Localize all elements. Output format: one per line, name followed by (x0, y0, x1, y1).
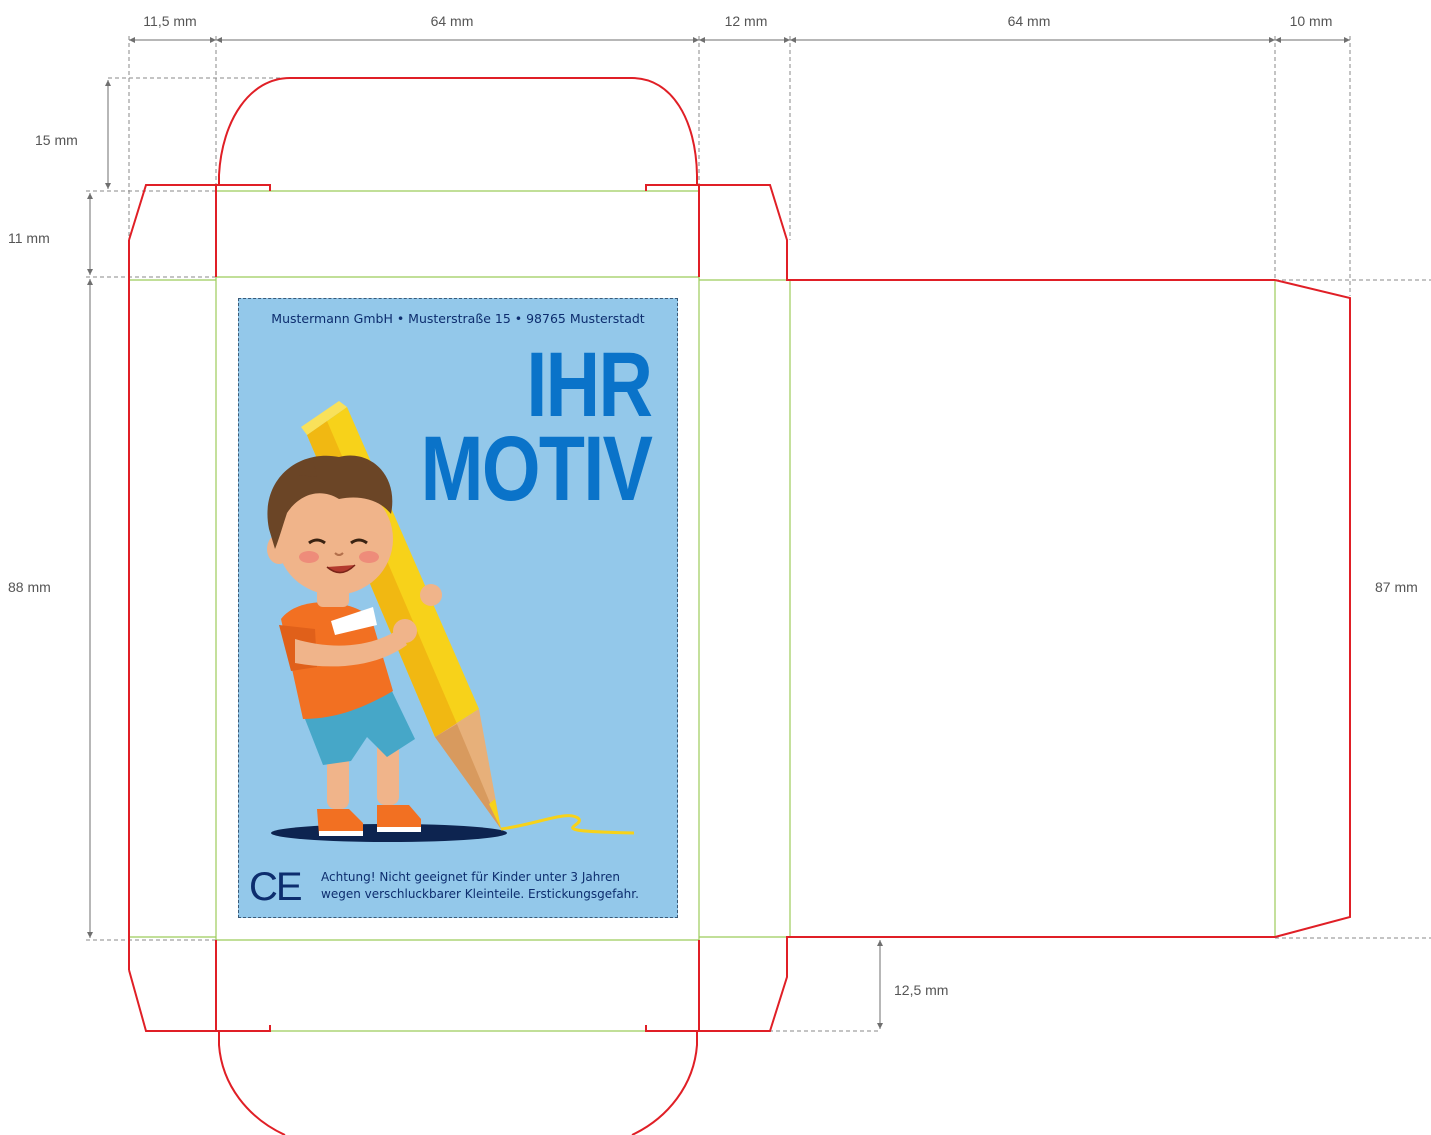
dim-side-panel-width: 12 mm (725, 13, 768, 29)
dim-dust-flap-height: 11 mm (8, 230, 50, 246)
ce-mark-icon: CE (249, 865, 303, 909)
dim-front-panel-width: 64 mm (431, 13, 474, 29)
motif-headline: IHR MOTIV (420, 334, 653, 520)
headline-line-1: IHR (525, 334, 653, 436)
dim-end-flap-width: 10 mm (1290, 13, 1333, 29)
dim-panel-height-right: 87 mm (1375, 579, 1418, 595)
warning-line-2: wegen verschluckbarer Kleinteile. Erstic… (321, 887, 639, 901)
dim-bottom-flap-height: 12,5 mm (894, 982, 948, 998)
company-address: Mustermann GmbH • Musterstraße 15 • 9876… (271, 311, 645, 326)
pencil-scribble (500, 814, 635, 835)
front-label: Mustermann GmbH • Musterstraße 15 • 9876… (238, 298, 678, 918)
safety-warning: Achtung! Nicht geeignet für Kinder unter… (321, 869, 671, 903)
dim-back-panel-width: 64 mm (1008, 13, 1051, 29)
dim-panel-height-left: 88 mm (8, 579, 51, 595)
warning-line-1: Achtung! Nicht geeignet für Kinder unter… (321, 870, 621, 884)
dim-glue-flap-width: 11,5 mm (143, 13, 196, 29)
headline-line-2: MOTIV (420, 418, 652, 520)
dim-tuck-flap-height: 15 mm (35, 132, 78, 148)
box-dieline: 11,5 mm 64 mm 12 mm 64 mm 10 mm 15 mm 11… (8, 13, 1431, 1135)
